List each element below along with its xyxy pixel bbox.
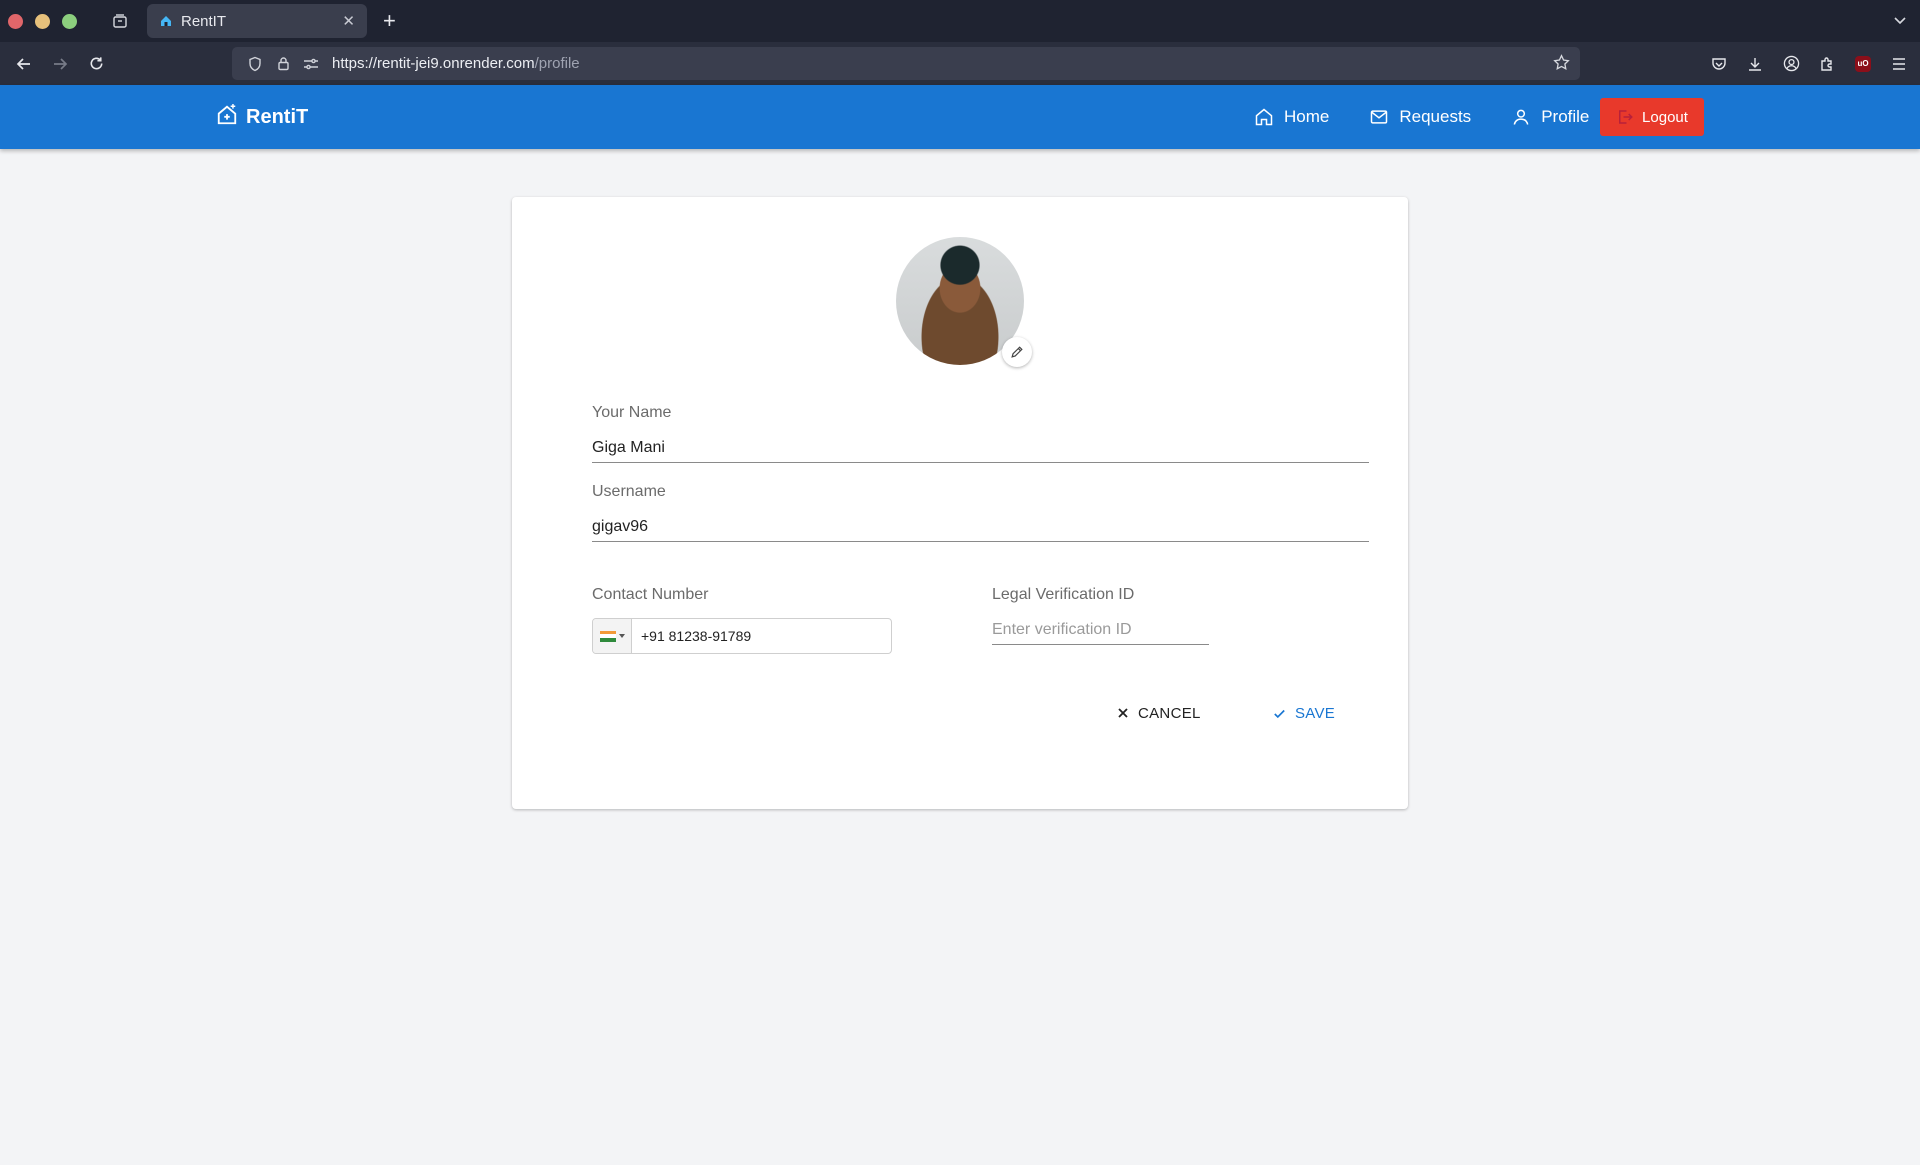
caret-down-icon — [618, 634, 625, 638]
profile-card: Your Name Username Contact Number Legal … — [512, 197, 1408, 809]
logout-button[interactable]: Logout — [1600, 98, 1704, 136]
country-code-select[interactable] — [593, 619, 632, 653]
window-controls — [8, 13, 77, 29]
username-input[interactable] — [592, 512, 1369, 542]
user-icon — [1513, 109, 1529, 125]
app-header: RentiT Home Requests Profile Logout — [0, 85, 1920, 149]
contact-number-label: Contact Number — [592, 586, 709, 603]
pocket-icon[interactable] — [1706, 46, 1732, 82]
url-path: /profile — [534, 55, 580, 72]
legal-id-input[interactable] — [992, 615, 1209, 645]
edit-avatar-button[interactable] — [1002, 337, 1032, 367]
url-host: https://rentit-jei9.onrender.com — [332, 55, 535, 72]
tab-list-chevron-icon[interactable] — [1892, 12, 1908, 33]
mail-icon — [1371, 110, 1388, 124]
bookmark-star-icon[interactable] — [1553, 54, 1570, 76]
browser-tab-active[interactable]: RentIT ✕ — [147, 4, 367, 38]
legal-id-label: Legal Verification ID — [992, 586, 1135, 603]
nav-profile-link[interactable]: Profile — [1511, 107, 1589, 127]
extensions-puzzle-icon[interactable] — [1814, 46, 1840, 82]
browser-toolbar-right: uO — [1706, 42, 1912, 85]
minimize-window-button[interactable] — [35, 13, 50, 29]
name-input[interactable] — [592, 433, 1369, 463]
logout-label: Logout — [1642, 108, 1688, 126]
lock-icon[interactable] — [272, 56, 294, 71]
brand-name: RentiT — [246, 106, 309, 128]
home-icon — [1255, 108, 1273, 126]
ublock-origin-icon[interactable]: uO — [1850, 46, 1876, 82]
account-icon[interactable] — [1778, 46, 1804, 82]
tab-overview-icon[interactable] — [107, 8, 133, 34]
save-label: SAVE — [1295, 704, 1336, 722]
nav-home-label: Home — [1284, 107, 1330, 126]
permissions-icon[interactable] — [300, 57, 322, 71]
back-arrow-icon[interactable] — [6, 46, 42, 82]
pencil-icon — [1011, 346, 1023, 358]
username-label: Username — [592, 483, 666, 500]
house-favicon-icon — [159, 14, 173, 28]
nav-requests-label: Requests — [1399, 107, 1472, 126]
contact-number-input[interactable] — [641, 628, 881, 644]
close-window-button[interactable] — [8, 13, 23, 29]
save-button[interactable]: SAVE — [1272, 695, 1335, 731]
maximize-window-button[interactable] — [62, 13, 77, 29]
cancel-label: CANCEL — [1138, 704, 1201, 722]
close-icon — [1118, 708, 1128, 718]
main-nav: Home Requests Profile — [1254, 85, 1629, 149]
address-bar[interactable]: https://rentit-jei9.onrender.com/profile — [232, 47, 1580, 80]
reload-icon[interactable] — [78, 46, 114, 82]
cancel-button[interactable]: CANCEL — [1116, 695, 1201, 731]
tab-close-icon[interactable]: ✕ — [342, 12, 355, 30]
name-label: Your Name — [592, 404, 672, 421]
nav-profile-label: Profile — [1541, 107, 1590, 126]
new-tab-button[interactable]: + — [383, 10, 396, 32]
check-icon — [1274, 709, 1285, 718]
contact-number-field — [592, 618, 892, 654]
brand-logo-link[interactable]: RentiT — [216, 104, 308, 131]
nav-requests-link[interactable]: Requests — [1369, 107, 1471, 127]
hamburger-menu-icon[interactable] — [1886, 46, 1912, 82]
browser-nav-bar: https://rentit-jei9.onrender.com/profile… — [0, 42, 1920, 85]
flag-india-icon — [599, 630, 616, 642]
browser-tab-bar: RentIT ✕ + — [0, 0, 1920, 42]
downloads-icon[interactable] — [1742, 46, 1768, 82]
logout-icon — [1619, 110, 1633, 124]
forward-arrow-icon[interactable] — [42, 46, 78, 82]
tab-title: RentIT — [181, 12, 227, 30]
nav-home-link[interactable]: Home — [1254, 107, 1329, 127]
tracking-shield-icon[interactable] — [244, 56, 266, 72]
house-plus-icon — [216, 104, 238, 131]
url-text: https://rentit-jei9.onrender.com/profile — [332, 55, 580, 72]
avatar-container — [896, 237, 1032, 367]
